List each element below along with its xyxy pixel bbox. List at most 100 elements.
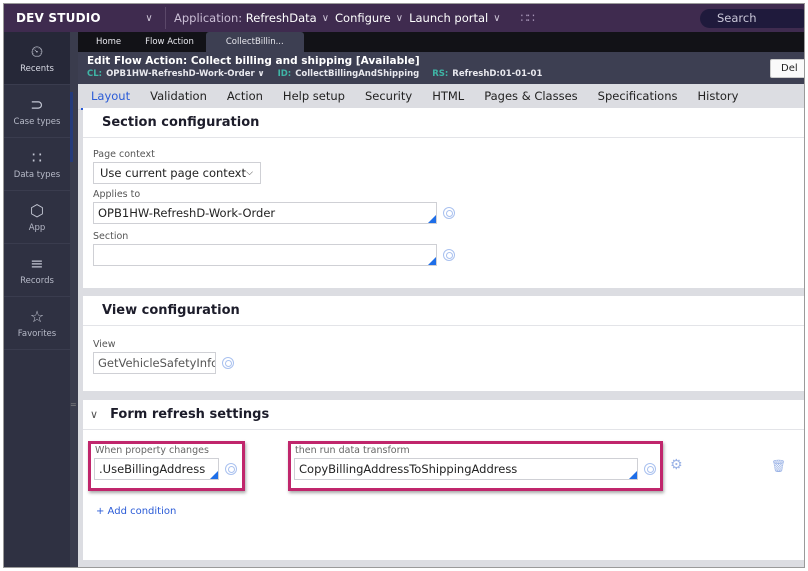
explorer-panel-strip[interactable] bbox=[70, 32, 78, 567]
application-label: Application: bbox=[174, 11, 243, 25]
chevron-down-icon: ⌵ bbox=[246, 168, 253, 178]
tab-home[interactable]: Home bbox=[84, 32, 133, 52]
view-input[interactable]: GetVehicleSafetyInform bbox=[93, 352, 216, 374]
rule-meta: CL: OPB1HW-RefreshD-Work-Order ∨ ID: Colle… bbox=[87, 69, 804, 79]
application-value: RefreshData bbox=[245, 11, 317, 25]
resize-handle[interactable]: = bbox=[70, 400, 77, 409]
page-context-value: Use current page context bbox=[100, 166, 247, 180]
application-menu[interactable]: Application: RefreshData bbox=[174, 11, 317, 25]
autocomplete-corner-icon bbox=[629, 471, 637, 479]
launch-portal-menu[interactable]: Launch portal bbox=[409, 11, 488, 25]
tab-help-setup[interactable]: Help setup bbox=[273, 84, 355, 110]
data-transform-label: then run data transform bbox=[295, 445, 410, 456]
content-area: Section configuration Page context Use c… bbox=[83, 108, 804, 567]
case-type-icon: ⊃ bbox=[30, 94, 44, 114]
scroll-indicator bbox=[70, 92, 73, 162]
page-context-select[interactable]: Use current page context ⌵ bbox=[93, 162, 261, 184]
search-input[interactable]: Search bbox=[700, 9, 804, 28]
brand-label: DEV STUDIO bbox=[16, 11, 101, 25]
tab-pages-classes[interactable]: Pages & Classes bbox=[474, 84, 587, 110]
portal-switch-chevron-icon[interactable]: ∨ bbox=[139, 13, 159, 24]
autocomplete-corner-icon bbox=[210, 471, 218, 479]
rule-header: Edit Flow Action: Collect billing and sh… bbox=[78, 52, 804, 84]
sidebar-item-data-types[interactable]: ∷ Data types bbox=[4, 138, 70, 191]
autocomplete-corner-icon bbox=[428, 215, 436, 223]
sidebar-item-label: Case types bbox=[13, 116, 61, 127]
target-icon[interactable] bbox=[443, 249, 455, 261]
data-transform-input[interactable]: CopyBillingAddressToShippingAddress bbox=[294, 458, 638, 480]
class-key: CL: bbox=[87, 69, 103, 79]
form-refresh-card: ∨ Form refresh settings When property cha… bbox=[83, 400, 804, 560]
chevron-down-icon[interactable]: ∨ bbox=[493, 13, 500, 24]
divider bbox=[165, 7, 166, 29]
page-context-label: Page context bbox=[93, 149, 155, 160]
section-title: View configuration bbox=[83, 296, 804, 326]
autocomplete-corner-icon bbox=[428, 257, 436, 265]
sidebar-item-records[interactable]: ≡ Records bbox=[4, 244, 70, 297]
form-refresh-header[interactable]: ∨ Form refresh settings bbox=[83, 400, 804, 430]
tab-action[interactable]: Action bbox=[217, 84, 273, 110]
trash-icon[interactable]: 🗑 bbox=[771, 459, 786, 473]
chevron-down-icon[interactable]: ∨ bbox=[90, 408, 98, 421]
view-configuration-card: View configuration View GetVehicleSafety… bbox=[83, 296, 804, 391]
tab-html[interactable]: HTML bbox=[422, 84, 474, 110]
when-property-value: .UseBillingAddress bbox=[99, 462, 206, 476]
cube-icon: ⬡ bbox=[30, 200, 44, 220]
tab-history[interactable]: History bbox=[687, 84, 748, 110]
section-configuration-card: Section configuration Page context Use c… bbox=[83, 108, 804, 288]
layers-icon: ≡ bbox=[30, 253, 44, 273]
applies-to-input[interactable]: OPB1HW-RefreshD-Work-Order bbox=[93, 202, 437, 224]
gear-icon[interactable]: ⚙ bbox=[670, 457, 683, 473]
history-icon: ⏲ bbox=[30, 41, 44, 61]
sidebar-item-label: Favorites bbox=[17, 328, 57, 339]
app-grid-icon[interactable]: ∷∷ bbox=[521, 11, 535, 25]
view-value: GetVehicleSafetyInform bbox=[98, 356, 215, 370]
tab-layout[interactable]: Layout bbox=[81, 84, 141, 110]
tab-validation[interactable]: Validation bbox=[140, 84, 217, 110]
section-input[interactable] bbox=[93, 244, 437, 266]
sidebar-item-recents[interactable]: ⏲ Recents bbox=[4, 32, 70, 85]
view-label: View bbox=[93, 339, 116, 350]
when-property-input[interactable]: .UseBillingAddress bbox=[94, 458, 219, 480]
configure-menu[interactable]: Configure bbox=[335, 11, 391, 25]
sidebar-item-label: Data types bbox=[13, 169, 61, 180]
applies-to-label: Applies to bbox=[93, 189, 141, 200]
sidebar-item-label: Recents bbox=[20, 63, 54, 74]
section-label: Section bbox=[93, 231, 129, 242]
sidebar-item-label: App bbox=[28, 222, 46, 233]
sidebar: ⏲ Recents ⊃ Case types ∷ Data types ⬡ Ap… bbox=[4, 32, 70, 567]
delete-button[interactable]: Del bbox=[770, 59, 804, 78]
when-property-label: When property changes bbox=[95, 445, 209, 456]
chevron-down-icon[interactable]: ∨ bbox=[322, 13, 329, 24]
id-value: CollectBillingAndShipping bbox=[295, 69, 420, 79]
class-value[interactable]: OPB1HW-RefreshD-Work-Order ∨ bbox=[106, 69, 265, 79]
star-icon: ☆ bbox=[29, 306, 45, 326]
ruleset-value: RefreshD:01-01-01 bbox=[452, 69, 543, 79]
app-window: DEV STUDIO ∨ Application: RefreshData ∨ … bbox=[3, 3, 805, 568]
rule-tabs: Layout Validation Action Help setup Secu… bbox=[78, 84, 804, 110]
chevron-down-icon[interactable]: ∨ bbox=[396, 13, 403, 24]
sidebar-item-app[interactable]: ⬡ App bbox=[4, 191, 70, 244]
ruleset-key: RS: bbox=[432, 69, 449, 79]
applies-to-value: OPB1HW-RefreshD-Work-Order bbox=[98, 206, 276, 220]
tab-specifications[interactable]: Specifications bbox=[588, 84, 688, 110]
tab-collect-billing[interactable]: CollectBillin... bbox=[205, 32, 304, 52]
section-title: Section configuration bbox=[83, 108, 804, 138]
document-tabs: Home Flow Action CollectBillin... bbox=[78, 32, 804, 52]
data-transform-value: CopyBillingAddressToShippingAddress bbox=[299, 462, 518, 476]
page-title: Edit Flow Action: Collect billing and sh… bbox=[87, 55, 420, 67]
tab-flow-action[interactable]: Flow Action bbox=[133, 32, 206, 52]
id-key: ID: bbox=[277, 69, 292, 79]
tab-security[interactable]: Security bbox=[355, 84, 422, 110]
target-icon[interactable] bbox=[443, 207, 455, 219]
section-title: Form refresh settings bbox=[110, 407, 270, 422]
target-icon[interactable] bbox=[225, 463, 237, 475]
target-icon[interactable] bbox=[222, 357, 234, 369]
data-grid-icon: ∷ bbox=[31, 147, 43, 167]
add-condition-link[interactable]: + Add condition bbox=[96, 506, 176, 517]
sidebar-item-label: Records bbox=[20, 275, 54, 286]
sidebar-item-favorites[interactable]: ☆ Favorites bbox=[4, 297, 70, 350]
target-icon[interactable] bbox=[644, 463, 656, 475]
sidebar-item-case-types[interactable]: ⊃ Case types bbox=[4, 85, 70, 138]
top-bar: DEV STUDIO ∨ Application: RefreshData ∨ … bbox=[4, 4, 804, 32]
